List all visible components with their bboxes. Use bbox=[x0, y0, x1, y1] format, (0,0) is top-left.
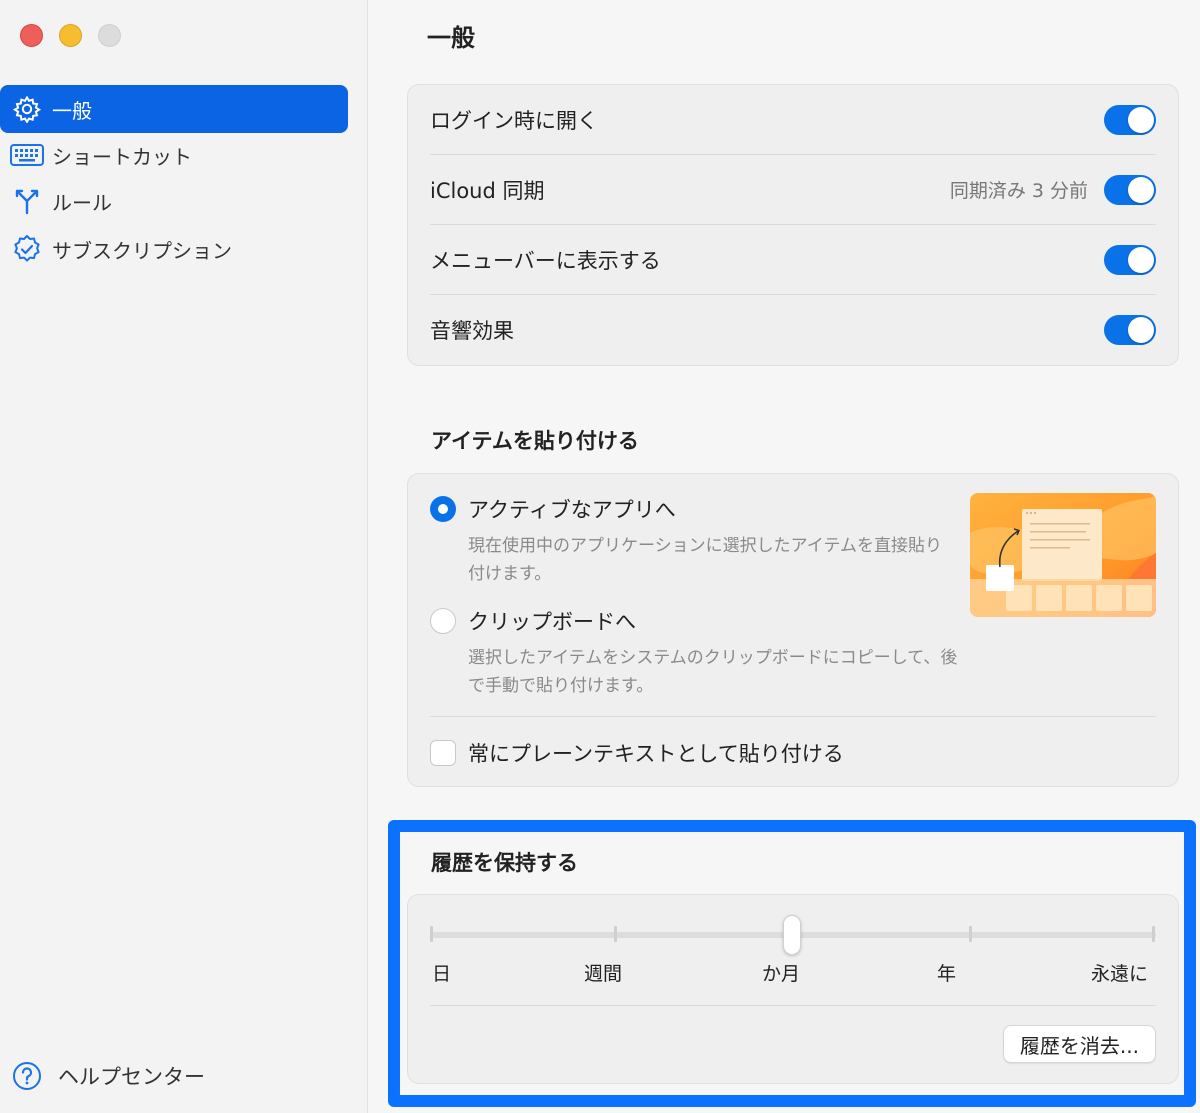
general-settings-card: ログイン時に開く iCloud 同期 同期済み 3 分前 メニューバーに表示する… bbox=[407, 84, 1179, 366]
paste-section-title: アイテムを貼り付ける bbox=[431, 429, 639, 453]
slider-label-year: 年 bbox=[937, 963, 957, 985]
option-label: クリップボードへ bbox=[468, 610, 636, 634]
row-label: 音響効果 bbox=[430, 319, 514, 343]
sound-effects-row: 音響効果 bbox=[430, 295, 1156, 365]
sidebar-item-rules[interactable]: ルール bbox=[0, 177, 348, 225]
page-title: 一般 bbox=[427, 24, 475, 52]
clear-history-button[interactable]: 履歴を消去... bbox=[1002, 1025, 1156, 1063]
slider-label-forever: 永遠に bbox=[1091, 963, 1149, 985]
checkbox-label: 常にプレーンテキストとして貼り付ける bbox=[468, 742, 844, 766]
sidebar-item-subscription[interactable]: サブスクリプション bbox=[0, 225, 348, 273]
slider-label-week: 週間 bbox=[584, 963, 623, 985]
gear-icon bbox=[10, 94, 44, 124]
sidebar-item-label: 一般 bbox=[52, 98, 92, 123]
row-label: ログイン時に開く bbox=[430, 108, 598, 133]
paste-illustration bbox=[970, 493, 1156, 617]
sync-status: 同期済み 3 分前 bbox=[949, 180, 1088, 202]
keyboard-icon bbox=[10, 140, 44, 170]
zoom-button[interactable] bbox=[98, 24, 121, 47]
history-slider-knob[interactable] bbox=[783, 915, 801, 955]
paste-settings-card: アクティブなアプリへ 現在使用中のアプリケーションに選択したアイテムを直接貼り付… bbox=[407, 473, 1179, 787]
help-center-label: ヘルプセンター bbox=[58, 1065, 205, 1089]
open-at-login-toggle[interactable] bbox=[1104, 104, 1156, 135]
help-center-link[interactable]: ヘルプセンター bbox=[12, 1061, 205, 1091]
history-settings-card: 日 週間 か月 年 永遠に 履歴を消去... bbox=[407, 894, 1179, 1084]
radio-active-app[interactable] bbox=[430, 496, 456, 522]
slider-tick bbox=[614, 926, 617, 942]
close-button[interactable] bbox=[20, 24, 43, 47]
slider-tick bbox=[969, 926, 972, 942]
sidebar-item-general[interactable]: 一般 bbox=[0, 85, 348, 133]
icloud-sync-toggle[interactable] bbox=[1104, 174, 1156, 205]
sidebar-item-label: ルール bbox=[52, 190, 112, 215]
paste-to-active-app-option[interactable]: アクティブなアプリへ 現在使用中のアプリケーションに選択したアイテムを直接貼り付… bbox=[430, 494, 958, 588]
icloud-sync-row: iCloud 同期 同期済み 3 分前 bbox=[430, 155, 1156, 225]
menu-bar-toggle[interactable] bbox=[1104, 244, 1156, 275]
plain-text-option[interactable]: 常にプレーンテキストとして貼り付ける bbox=[430, 738, 844, 768]
slider-label-day: 日 bbox=[432, 963, 452, 985]
slider-tick bbox=[1152, 926, 1155, 942]
history-section-title: 履歴を保持する bbox=[431, 851, 578, 875]
sidebar-nav: 一般 ショートカット ルール サブスクリプション bbox=[0, 85, 348, 273]
sidebar: 一般 ショートカット ルール サブスクリプション ヘルプセンター bbox=[0, 0, 368, 1113]
paste-to-clipboard-option[interactable]: クリップボードへ 選択したアイテムをシステムのクリップボードにコピーして、後で手… bbox=[430, 606, 958, 700]
menu-bar-row: メニューバーに表示する bbox=[430, 225, 1156, 295]
option-description: 現在使用中のアプリケーションに選択したアイテムを直接貼り付けます。 bbox=[468, 536, 942, 584]
question-circle-icon bbox=[12, 1061, 42, 1091]
minimize-button[interactable] bbox=[59, 24, 82, 47]
open-at-login-row: ログイン時に開く bbox=[430, 85, 1156, 155]
plain-text-checkbox[interactable] bbox=[430, 740, 456, 766]
option-label: アクティブなアプリへ bbox=[468, 498, 676, 522]
verified-badge-icon bbox=[10, 234, 44, 264]
option-description: 選択したアイテムをシステムのクリップボードにコピーして、後で手動で貼り付けます。 bbox=[468, 648, 958, 696]
window-controls bbox=[20, 24, 121, 47]
row-label: iCloud 同期 bbox=[430, 178, 545, 203]
sidebar-item-label: サブスクリプション bbox=[52, 238, 232, 263]
divider bbox=[430, 716, 1156, 717]
slider-tick bbox=[430, 926, 433, 942]
sidebar-item-shortcuts[interactable]: ショートカット bbox=[0, 131, 348, 179]
main-panel: 一般 ログイン時に開く iCloud 同期 同期済み 3 分前 メニューバーに表… bbox=[369, 0, 1200, 1113]
radio-clipboard[interactable] bbox=[430, 608, 456, 634]
divider bbox=[430, 1005, 1156, 1006]
slider-label-month: か月 bbox=[762, 963, 801, 985]
sidebar-item-label: ショートカット bbox=[52, 144, 192, 169]
fork-icon bbox=[10, 186, 44, 216]
sound-effects-toggle[interactable] bbox=[1104, 315, 1156, 345]
row-label: メニューバーに表示する bbox=[430, 248, 661, 273]
